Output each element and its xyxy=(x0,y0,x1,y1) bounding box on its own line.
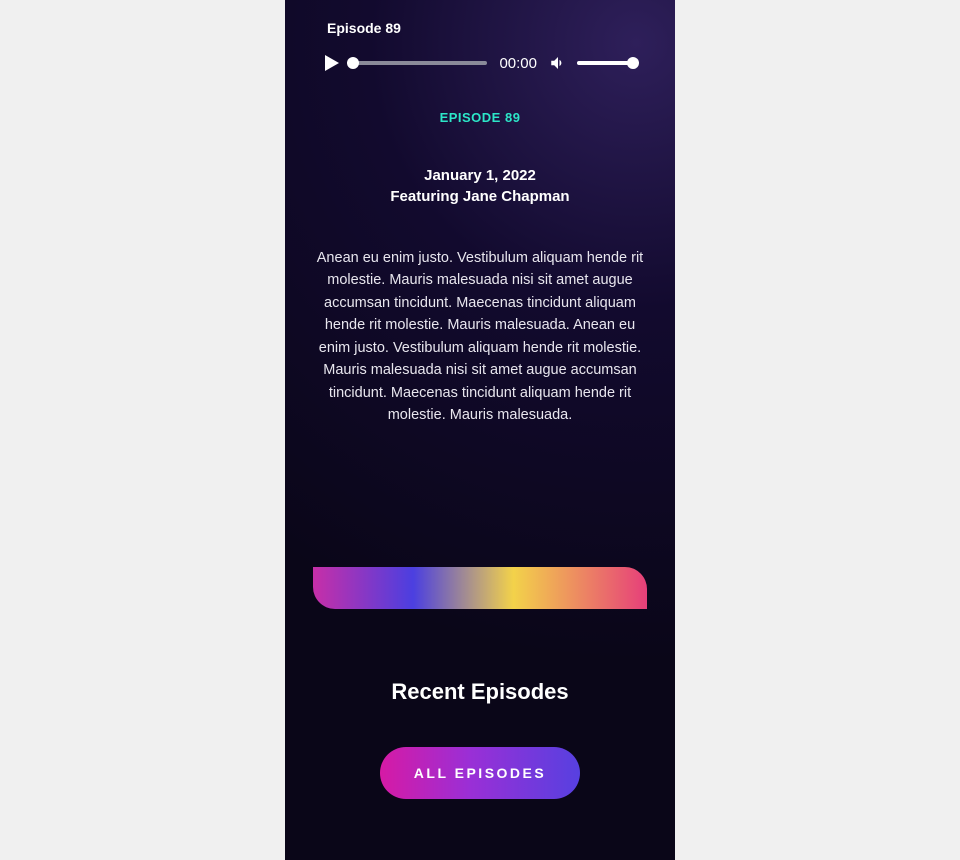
episode-date: January 1, 2022 xyxy=(313,167,647,184)
play-button[interactable] xyxy=(323,55,339,71)
seek-slider[interactable] xyxy=(349,61,487,65)
play-icon xyxy=(325,55,339,71)
volume-button[interactable] xyxy=(549,54,567,72)
audio-player: 00:00 xyxy=(313,48,647,78)
volume-icon xyxy=(549,54,567,72)
volume-slider[interactable] xyxy=(577,61,637,65)
episode-label: Episode 89 xyxy=(313,110,647,125)
seek-thumb[interactable] xyxy=(347,57,359,69)
time-display: 00:00 xyxy=(497,55,539,72)
episode-meta: January 1, 2022 Featuring Jane Chapman xyxy=(313,167,647,205)
audio-player-title: Episode 89 xyxy=(313,14,647,48)
all-episodes-button[interactable]: ALL EPISODES xyxy=(380,747,580,799)
gradient-divider xyxy=(313,567,647,609)
episode-featuring: Featuring Jane Chapman xyxy=(313,188,647,205)
recent-episodes-title: Recent Episodes xyxy=(313,679,647,705)
episode-description: Anean eu enim justo. Vestibulum aliquam … xyxy=(313,247,647,427)
volume-thumb[interactable] xyxy=(627,57,639,69)
episode-panel: Episode 89 00:00 Episode 89 January 1, 2… xyxy=(285,0,675,860)
